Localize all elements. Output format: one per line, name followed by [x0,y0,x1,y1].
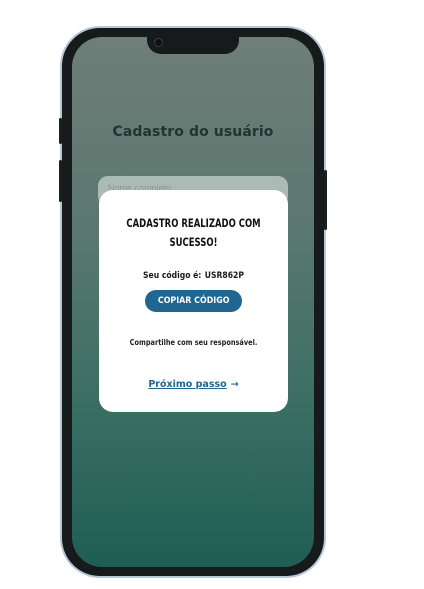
success-modal: CADASTRO REALIZADO COM SUCESSO! Seu códi… [99,190,288,412]
page-title: Cadastro do usuário [112,124,274,140]
canvas: Cadastro do usuário Nome completo CADAST… [0,0,424,589]
modal-title: CADASTRO REALIZADO COM SUCESSO! [116,214,271,252]
user-code-label: Seu código é: [143,271,202,281]
user-code-line: Seu código é: USR862P [113,271,274,281]
arrow-right-icon: → [230,379,239,390]
phone-side-button-left-2 [59,160,62,202]
copy-code-button[interactable]: COPIAR CÓDIGO [145,290,242,312]
user-code-value: USR862P [204,271,244,281]
copy-code-button-label: COPIAR CÓDIGO [157,296,230,306]
phone-side-button-left-1 [59,118,62,144]
next-step-link[interactable]: Próximo passo → [99,379,288,390]
modal-title-line-1: CADASTRO REALIZADO COM [126,216,261,230]
modal-title-line-2: SUCESSO! [169,235,218,249]
share-instruction: Compartilhe com seu responsável. [129,338,258,347]
camera-icon [154,38,163,47]
next-step-label: Próximo passo [148,379,227,390]
phone-side-button-right [324,170,327,230]
